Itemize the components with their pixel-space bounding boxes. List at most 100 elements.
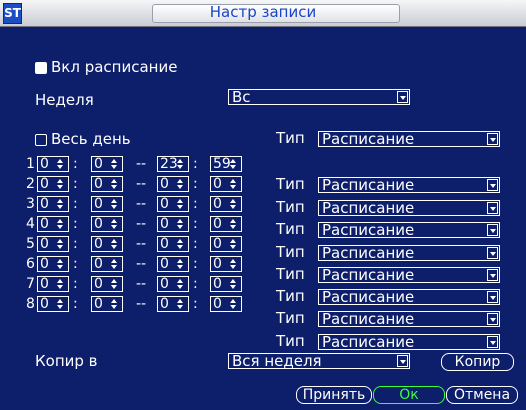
start-hour-spinner[interactable]: 0 bbox=[37, 176, 69, 192]
chevron-down-icon bbox=[487, 133, 498, 145]
period-type-select[interactable]: Расписание bbox=[318, 245, 500, 261]
time-dash: -- bbox=[136, 276, 147, 292]
arrow-down-icon bbox=[177, 305, 183, 309]
start-minute-spinner[interactable]: 0 bbox=[91, 276, 123, 292]
end-hour-spinner[interactable]: 0 bbox=[157, 216, 189, 232]
start-hour-spinner[interactable]: 0 bbox=[37, 296, 69, 312]
arrow-up-icon bbox=[230, 179, 236, 183]
start-minute-spinner[interactable]: 0 bbox=[91, 156, 123, 172]
arrow-up-icon bbox=[177, 159, 183, 163]
end-minute-spinner[interactable]: 0 bbox=[210, 216, 242, 232]
end-hour-spinner-value: 0 bbox=[160, 176, 169, 192]
enable-schedule-checkbox[interactable] bbox=[35, 62, 47, 74]
end-hour-spinner[interactable]: 0 bbox=[157, 296, 189, 312]
end-minute-spinner[interactable]: 0 bbox=[210, 256, 242, 272]
arrow-down-icon bbox=[230, 305, 236, 309]
end-minute-spinner-value: 0 bbox=[213, 176, 222, 192]
start-hour-spinner[interactable]: 0 bbox=[37, 236, 69, 252]
period-type-select[interactable]: Расписание bbox=[318, 200, 500, 216]
start-hour-spinner[interactable]: 0 bbox=[37, 276, 69, 292]
arrow-up-icon bbox=[230, 299, 236, 303]
time-colon: : bbox=[193, 276, 198, 292]
period-type-select[interactable]: Расписание bbox=[318, 267, 500, 283]
start-minute-spinner[interactable]: 0 bbox=[91, 196, 123, 212]
start-hour-spinner[interactable]: 0 bbox=[37, 156, 69, 172]
arrow-down-icon bbox=[57, 185, 63, 189]
arrow-up-icon bbox=[177, 219, 183, 223]
start-minute-spinner[interactable]: 0 bbox=[91, 176, 123, 192]
ok-button[interactable]: Ок bbox=[373, 386, 445, 404]
end-hour-spinner-value: 0 bbox=[160, 216, 169, 232]
end-minute-spinner[interactable]: 0 bbox=[210, 196, 242, 212]
period-type-select[interactable]: Расписание bbox=[318, 334, 500, 350]
end-hour-spinner[interactable]: 0 bbox=[157, 236, 189, 252]
start-hour-spinner[interactable]: 0 bbox=[37, 216, 69, 232]
period-type-select[interactable]: Расписание bbox=[318, 222, 500, 238]
start-minute-spinner[interactable]: 0 bbox=[91, 236, 123, 252]
arrow-up-icon bbox=[177, 239, 183, 243]
all-day-label: Весь день bbox=[51, 130, 131, 148]
record-settings-window: ST Настр записи Вкл расписание Неделя Вс… bbox=[0, 0, 526, 410]
start-hour-spinner-value: 0 bbox=[40, 156, 49, 172]
time-colon: : bbox=[193, 196, 198, 212]
period-number: 6 bbox=[26, 256, 35, 272]
start-hour-spinner-value: 0 bbox=[40, 276, 49, 292]
period-type-select[interactable]: Расписание bbox=[318, 289, 500, 305]
apply-button[interactable]: Принять bbox=[296, 386, 372, 404]
chevron-down-icon bbox=[487, 291, 498, 303]
chevron-down-icon bbox=[487, 336, 498, 348]
end-hour-spinner[interactable]: 0 bbox=[157, 256, 189, 272]
cancel-button[interactable]: Отмена bbox=[446, 386, 518, 404]
copy-to-select[interactable]: Вся неделя bbox=[228, 353, 410, 369]
time-colon: : bbox=[73, 276, 78, 292]
time-dash: -- bbox=[136, 296, 147, 312]
start-hour-spinner[interactable]: 0 bbox=[37, 196, 69, 212]
arrow-down-icon bbox=[111, 245, 117, 249]
end-minute-spinner[interactable]: 0 bbox=[210, 296, 242, 312]
arrow-down-icon bbox=[177, 245, 183, 249]
arrow-up-icon bbox=[111, 299, 117, 303]
end-minute-spinner[interactable]: 0 bbox=[210, 276, 242, 292]
arrow-down-icon bbox=[57, 165, 63, 169]
start-hour-spinner[interactable]: 0 bbox=[37, 256, 69, 272]
arrow-up-icon bbox=[177, 279, 183, 283]
end-hour-spinner[interactable]: 23 bbox=[157, 156, 189, 172]
end-hour-spinner[interactable]: 0 bbox=[157, 196, 189, 212]
copy-button[interactable]: Копир bbox=[441, 353, 514, 371]
all-day-checkbox[interactable] bbox=[35, 134, 47, 146]
chevron-down-icon bbox=[397, 91, 408, 103]
end-hour-spinner[interactable]: 0 bbox=[157, 176, 189, 192]
time-dash: -- bbox=[136, 176, 147, 192]
period-type-select[interactable]: Расписание bbox=[318, 177, 500, 193]
period-type-value: Расписание bbox=[322, 176, 415, 194]
arrow-down-icon bbox=[177, 265, 183, 269]
chevron-down-icon bbox=[487, 269, 498, 281]
end-hour-spinner-value: 0 bbox=[160, 276, 169, 292]
end-minute-spinner[interactable]: 0 bbox=[210, 176, 242, 192]
enable-schedule-label: Вкл расписание bbox=[51, 58, 178, 76]
arrow-down-icon bbox=[230, 285, 236, 289]
arrow-down-icon bbox=[177, 225, 183, 229]
start-minute-spinner[interactable]: 0 bbox=[91, 296, 123, 312]
arrow-up-icon bbox=[57, 159, 63, 163]
end-minute-spinner[interactable]: 0 bbox=[210, 236, 242, 252]
period-type-label: Тип bbox=[276, 243, 305, 261]
all-day-type-select[interactable]: Расписание bbox=[318, 131, 500, 147]
end-hour-spinner[interactable]: 0 bbox=[157, 276, 189, 292]
arrow-down-icon bbox=[177, 165, 183, 169]
period-type-select[interactable]: Расписание bbox=[318, 311, 500, 327]
chevron-down-icon bbox=[487, 224, 498, 236]
arrow-up-icon bbox=[57, 179, 63, 183]
week-select[interactable]: Вс bbox=[228, 89, 410, 105]
time-colon: : bbox=[73, 256, 78, 272]
arrow-up-icon bbox=[230, 159, 236, 163]
start-minute-spinner[interactable]: 0 bbox=[91, 216, 123, 232]
copy-to-label: Копир в bbox=[35, 352, 98, 370]
start-minute-spinner[interactable]: 0 bbox=[91, 256, 123, 272]
end-minute-spinner-value: 0 bbox=[213, 296, 222, 312]
period-number: 5 bbox=[26, 236, 35, 252]
end-minute-spinner-value: 0 bbox=[213, 196, 222, 212]
arrow-down-icon bbox=[111, 225, 117, 229]
end-minute-spinner[interactable]: 59 bbox=[210, 156, 242, 172]
arrow-up-icon bbox=[57, 239, 63, 243]
